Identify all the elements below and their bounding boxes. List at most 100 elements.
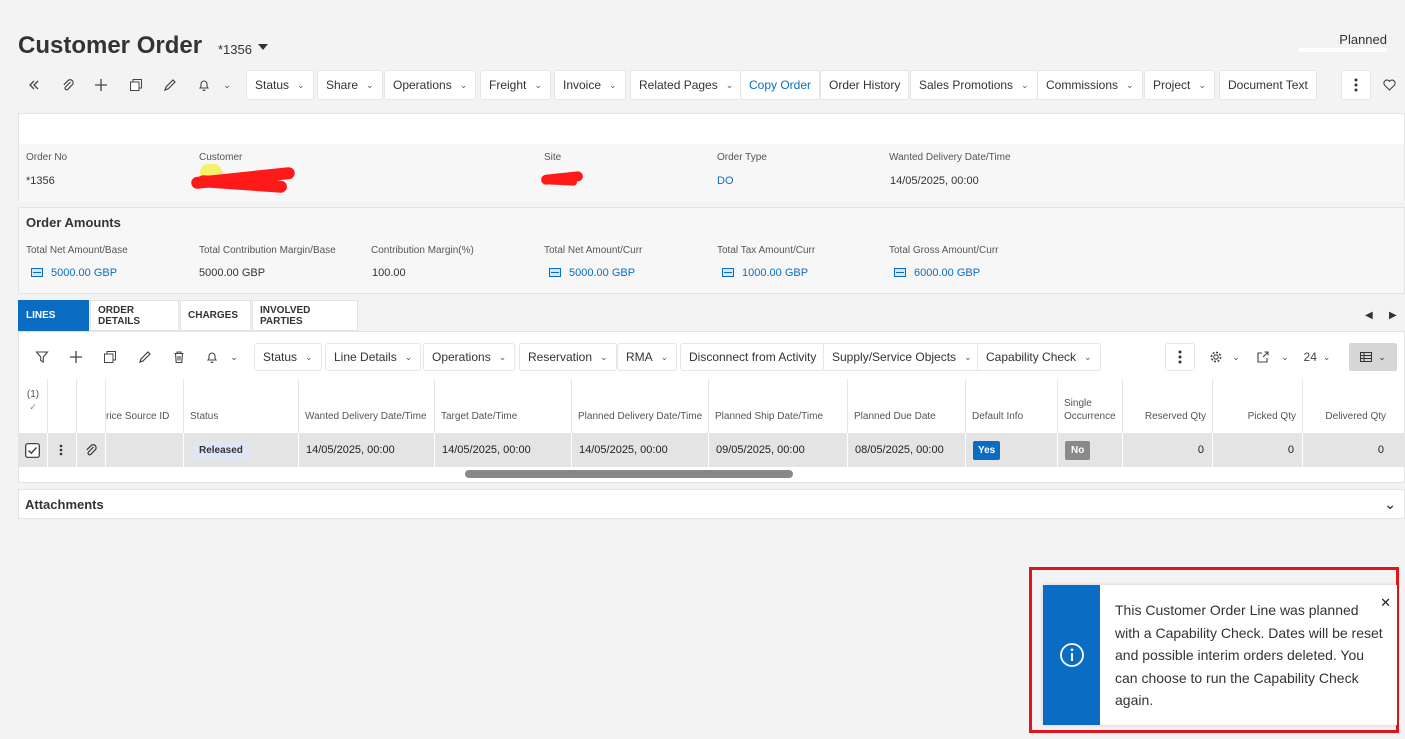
col-picked-qty[interactable]: Picked Qty — [1212, 379, 1302, 433]
tab-charges[interactable]: CHARGES — [180, 300, 251, 331]
total-tax-curr-label: Total Tax Amount/Curr — [717, 245, 816, 256]
total-gross-curr-link[interactable]: 6000.00 GBP — [894, 267, 980, 279]
copy-order-button[interactable]: Copy Order — [740, 70, 821, 100]
rma-menu-button[interactable]: RMA ⌄ — [617, 343, 678, 371]
select-all-check-icon[interactable]: ✓ — [29, 401, 37, 414]
page-size-selector[interactable]: 24 ⌄ — [1302, 346, 1332, 368]
col-planned-delivery[interactable]: Planned Delivery Date/Time — [571, 379, 708, 433]
total-net-base-link[interactable]: 5000.00 GBP — [31, 267, 117, 279]
row-select-checkbox[interactable] — [19, 433, 47, 467]
selected-count: (1) ✓ — [26, 389, 40, 414]
cell-status: Released — [183, 433, 298, 467]
col-wanted-delivery[interactable]: Wanted Delivery Date/Time — [298, 379, 434, 433]
col-planned-due[interactable]: Planned Due Date — [847, 379, 965, 433]
line-details-menu-button[interactable]: Line Details ⌄ — [325, 343, 422, 371]
chevron-down-icon: ⌄ — [305, 351, 313, 362]
collapse-double-chevron-icon[interactable] — [22, 73, 46, 97]
total-tax-curr-link[interactable]: 1000.00 GBP — [722, 267, 808, 279]
bell-dropdown-chevron-icon[interactable]: ⌄ — [215, 73, 239, 97]
order-amounts-panel: Order Amounts Total Net Amount/Base 5000… — [18, 207, 1405, 294]
export-icon[interactable] — [1252, 346, 1274, 368]
reservation-menu-button[interactable]: Reservation ⌄ — [519, 343, 617, 371]
col-status[interactable]: Status — [183, 379, 298, 433]
tab-lines[interactable]: LINES — [18, 300, 89, 331]
duplicate-icon[interactable] — [124, 73, 148, 97]
cell-single-occurrence: No — [1057, 433, 1122, 467]
supply-service-objects-menu-button[interactable]: Supply/Service Objects ⌄ — [823, 343, 981, 371]
close-icon[interactable]: ✕ — [1380, 595, 1391, 611]
disconnect-from-activity-button[interactable]: Disconnect from Activity — [680, 343, 826, 371]
tab-scroll-left-icon[interactable]: ◀ — [1365, 310, 1373, 321]
freight-menu-button[interactable]: Freight ⌄ — [480, 70, 551, 100]
notification-bell-icon[interactable] — [192, 73, 216, 97]
total-gross-curr-label: Total Gross Amount/Curr — [889, 245, 999, 256]
tab-scroll-right-icon[interactable]: ▶ — [1389, 310, 1397, 321]
notification-side-bar — [1043, 585, 1100, 725]
record-selector-caret-icon[interactable] — [258, 44, 268, 50]
row-attachment-paperclip-icon[interactable] — [76, 433, 105, 467]
grid-more-options-icon[interactable] — [1165, 343, 1195, 371]
attachments-section[interactable]: Attachments ⌄ — [18, 489, 1405, 519]
col-price-source-id[interactable]: rice Source ID — [105, 379, 183, 433]
order-header-panel: Order No *1356 Customer Site Order Type … — [18, 113, 1405, 202]
tab-involved-parties[interactable]: INVOLVED PARTIES — [252, 300, 358, 331]
horizontal-scrollbar[interactable] — [465, 470, 793, 478]
related-pages-menu-button[interactable]: Related Pages ⌄ — [630, 70, 743, 100]
order-no-value: *1356 — [26, 175, 55, 187]
col-delivered-qty[interactable]: Delivered Qty — [1302, 379, 1392, 433]
edit-line-pencil-icon[interactable] — [134, 346, 156, 368]
row-actions-kebab-icon[interactable] — [47, 433, 76, 467]
operations-menu-button[interactable]: Operations ⌄ — [384, 70, 477, 100]
col-reserved-qty[interactable]: Reserved Qty — [1122, 379, 1212, 433]
filter-icon[interactable] — [31, 346, 53, 368]
chevron-down-icon: ⌄ — [964, 351, 972, 362]
info-notification: This Customer Order Line was planned wit… — [1043, 585, 1397, 725]
more-options-icon[interactable] — [1341, 70, 1371, 100]
contribution-margin-value: 100.00 — [372, 267, 406, 279]
col-single-occurrence[interactable]: Single Occurrence — [1057, 379, 1122, 433]
grid-settings-gear-icon[interactable] — [1205, 346, 1227, 368]
total-net-curr-link[interactable]: 5000.00 GBP — [549, 267, 635, 279]
share-menu-button[interactable]: Share ⌄ — [317, 70, 383, 100]
wanted-delivery-value: 14/05/2025, 00:00 — [890, 175, 979, 187]
col-default-info[interactable]: Default Info — [965, 379, 1057, 433]
line-bell-chevron-icon[interactable]: ⌄ — [223, 346, 245, 368]
col-actions — [47, 379, 76, 433]
order-no-label: Order No — [26, 152, 68, 163]
table-view-toggle-icon[interactable]: ⌄ — [1349, 343, 1397, 371]
add-line-icon[interactable] — [65, 346, 87, 368]
capability-check-menu-button[interactable]: Capability Check ⌄ — [977, 343, 1101, 371]
tab-order-details[interactable]: ORDER DETAILS — [90, 300, 179, 331]
favorite-heart-icon[interactable] — [1377, 73, 1401, 97]
status-menu-button[interactable]: Status ⌄ — [246, 70, 314, 100]
total-contribution-value: 5000.00 GBP — [199, 267, 266, 279]
add-icon[interactable] — [89, 73, 113, 97]
chevron-down-icon: ⌄ — [459, 79, 468, 90]
order-type-link[interactable]: DO — [717, 175, 734, 187]
site-label: Site — [544, 152, 562, 163]
main-toolbar: ⌄ Status ⌄ Share ⌄ Operations ⌄ Freight ⌄ In… — [18, 70, 1405, 100]
cell-planned-ship: 09/05/2025, 00:00 — [708, 433, 847, 467]
order-history-button[interactable]: Order History — [820, 70, 910, 100]
project-menu-button[interactable]: Project ⌄ — [1144, 70, 1215, 100]
chevron-down-icon[interactable]: ⌄ — [1384, 496, 1396, 513]
edit-pencil-icon[interactable] — [158, 73, 182, 97]
cell-planned-delivery: 14/05/2025, 00:00 — [571, 433, 708, 467]
commissions-menu-button[interactable]: Commissions ⌄ — [1037, 70, 1143, 100]
order-amounts-title: Order Amounts — [26, 215, 121, 230]
duplicate-line-icon[interactable] — [99, 346, 121, 368]
document-text-button[interactable]: Document Text — [1219, 70, 1317, 100]
col-planned-ship[interactable]: Planned Ship Date/Time — [708, 379, 847, 433]
contribution-margin-label: Contribution Margin(%) — [371, 245, 474, 256]
paperclip-icon[interactable] — [56, 73, 80, 97]
col-target-date[interactable]: Target Date/Time — [434, 379, 571, 433]
invoice-menu-button[interactable]: Invoice ⌄ — [554, 70, 626, 100]
sales-promotions-menu-button[interactable]: Sales Promotions ⌄ — [910, 70, 1038, 100]
line-notification-bell-icon[interactable] — [201, 346, 223, 368]
line-status-menu-button[interactable]: Status ⌄ — [254, 343, 322, 371]
settings-chevron-icon[interactable]: ⌄ — [1225, 346, 1247, 368]
table-row[interactable]: Released 14/05/2025, 00:00 14/05/2025, 0… — [19, 433, 1405, 467]
export-chevron-icon[interactable]: ⌄ — [1274, 346, 1296, 368]
line-operations-menu-button[interactable]: Operations ⌄ — [423, 343, 516, 371]
delete-trash-icon[interactable] — [168, 346, 190, 368]
